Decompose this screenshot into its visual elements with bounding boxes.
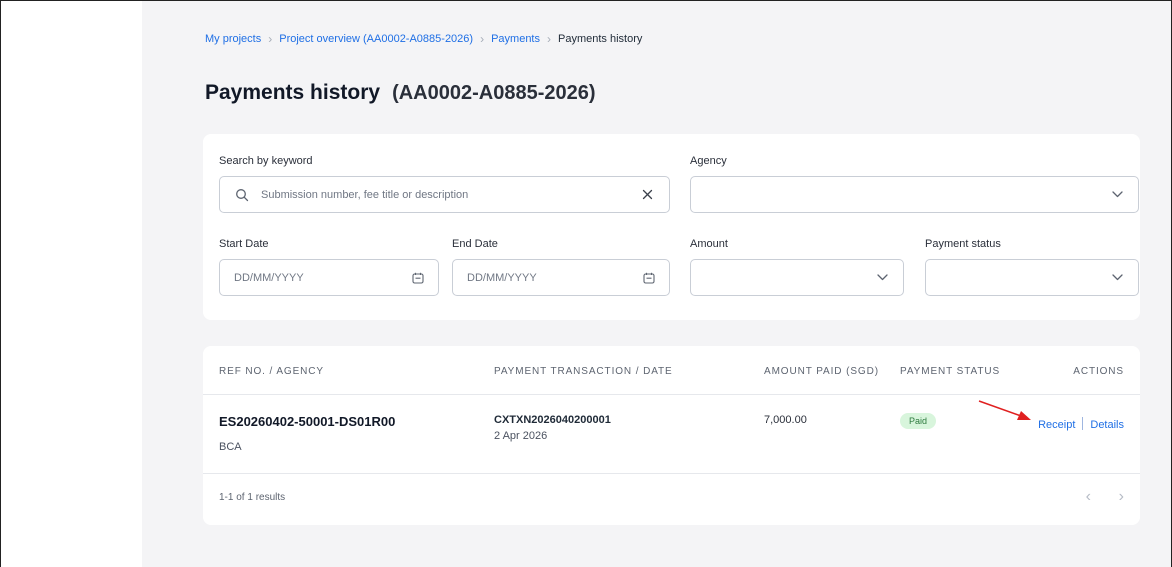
left-rail bbox=[1, 1, 142, 567]
amount-paid: 7,000.00 bbox=[764, 414, 807, 426]
chevron-down-icon bbox=[1112, 274, 1123, 281]
search-icon bbox=[235, 188, 249, 202]
breadcrumb-payments[interactable]: Payments bbox=[491, 33, 540, 45]
receipt-link[interactable]: Receipt bbox=[1038, 419, 1075, 431]
header-divider bbox=[203, 394, 1140, 395]
column-header-amount-paid: AMOUNT PAID (SGD) bbox=[764, 366, 879, 377]
search-placeholder: Submission number, fee title or descript… bbox=[261, 188, 469, 201]
payment-date: 2 Apr 2026 bbox=[494, 430, 548, 442]
breadcrumb-project-overview[interactable]: Project overview (AA0002-A0885-2026) bbox=[279, 33, 473, 45]
column-header-ref-agency: REF NO. / AGENCY bbox=[219, 366, 324, 377]
status-badge: Paid bbox=[900, 413, 937, 429]
end-date-input[interactable]: DD/MM/YYYY bbox=[452, 259, 670, 296]
search-input[interactable]: Submission number, fee title or descript… bbox=[219, 176, 670, 213]
end-date-label: End Date bbox=[452, 238, 498, 250]
chevron-left-icon[interactable]: ‹ bbox=[1086, 488, 1091, 506]
calendar-icon[interactable] bbox=[412, 272, 424, 284]
results-count: 1-1 of 1 results bbox=[219, 492, 286, 503]
page-title-text: Payments history bbox=[205, 81, 381, 104]
chevron-down-icon bbox=[877, 274, 888, 281]
details-link[interactable]: Details bbox=[1090, 419, 1124, 431]
amount-select[interactable] bbox=[690, 259, 904, 296]
end-date-placeholder: DD/MM/YYYY bbox=[467, 271, 537, 284]
search-label: Search by keyword bbox=[219, 155, 313, 167]
column-header-actions: ACTIONS bbox=[1073, 366, 1124, 377]
column-header-transaction-date: PAYMENT TRANSACTION / DATE bbox=[494, 366, 673, 377]
column-header-payment-status: PAYMENT STATUS bbox=[900, 366, 1001, 377]
breadcrumb-separator: › bbox=[547, 32, 551, 46]
agency-label: Agency bbox=[690, 155, 727, 167]
transaction-id: CXTXN2026040200001 bbox=[494, 414, 611, 426]
start-date-input[interactable]: DD/MM/YYYY bbox=[219, 259, 439, 296]
start-date-placeholder: DD/MM/YYYY bbox=[234, 271, 304, 284]
chevron-down-icon bbox=[1112, 191, 1123, 198]
payments-table: REF NO. / AGENCY PAYMENT TRANSACTION / D… bbox=[203, 346, 1140, 525]
chevron-right-icon[interactable]: › bbox=[1119, 488, 1124, 506]
breadcrumb-separator: › bbox=[480, 32, 485, 46]
breadcrumb-current: Payments history bbox=[558, 33, 643, 45]
page-title: Payments history (AA0002-A0885-2026) bbox=[205, 81, 596, 105]
start-date-label: Start Date bbox=[219, 238, 269, 250]
breadcrumb-separator: › bbox=[268, 32, 273, 46]
red-arrow-annotation bbox=[978, 400, 1031, 420]
breadcrumb: My projects › Project overview (AA0002-A… bbox=[205, 32, 642, 46]
action-separator bbox=[1082, 417, 1084, 431]
page-title-project-id: (AA0002-A0885-2026) bbox=[392, 82, 596, 104]
payment-status-select[interactable] bbox=[925, 259, 1139, 296]
row-divider bbox=[203, 473, 1140, 474]
main-content: My projects › Project overview (AA0002-A… bbox=[142, 1, 1171, 567]
breadcrumb-my-projects[interactable]: My projects bbox=[205, 33, 261, 45]
agency-select[interactable] bbox=[690, 176, 1139, 213]
calendar-icon[interactable] bbox=[643, 272, 655, 284]
agency-name: BCA bbox=[219, 441, 242, 453]
amount-label: Amount bbox=[690, 238, 728, 250]
payment-status-label: Payment status bbox=[925, 238, 1001, 250]
close-icon[interactable] bbox=[642, 189, 653, 200]
ref-number: ES20260402-50001-DS01R00 bbox=[219, 414, 396, 429]
row-actions: Receipt Details bbox=[1038, 415, 1124, 433]
filter-panel: Search by keyword Submission number, fee… bbox=[203, 134, 1140, 320]
